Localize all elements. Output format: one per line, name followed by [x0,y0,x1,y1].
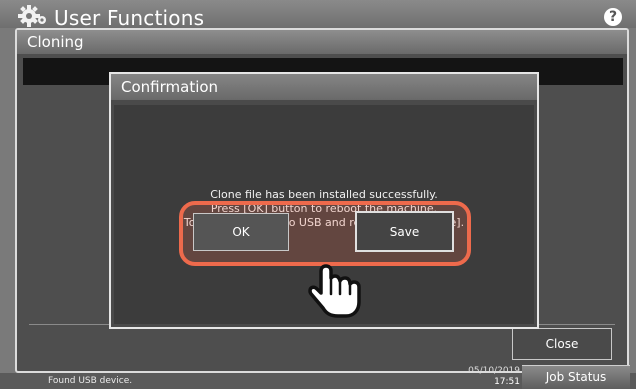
status-date: 05/10/2019 [468,366,520,376]
ok-button[interactable]: OK [193,213,289,251]
app-title: User Functions [54,6,205,30]
app-header: User Functions ? [0,0,636,30]
close-button[interactable]: Close [512,328,612,360]
save-button[interactable]: Save [355,211,454,252]
status-time: 17:51 [494,377,520,387]
dialog-title: Confirmation [121,78,219,96]
dialog-title-bar: Confirmation [111,74,537,100]
hand-pointer-icon [308,264,361,318]
window-title: Cloning [27,33,84,51]
message-line: Clone file has been installed successful… [210,188,438,201]
screen: User Functions ? Cloning Close Found USB… [0,0,636,389]
status-message: Found USB device. [48,376,133,386]
window-title-bar: Cloning [17,30,627,54]
gear-icon [18,5,46,27]
job-status-button[interactable]: Job Status [522,365,630,389]
help-icon[interactable]: ? [604,8,622,26]
